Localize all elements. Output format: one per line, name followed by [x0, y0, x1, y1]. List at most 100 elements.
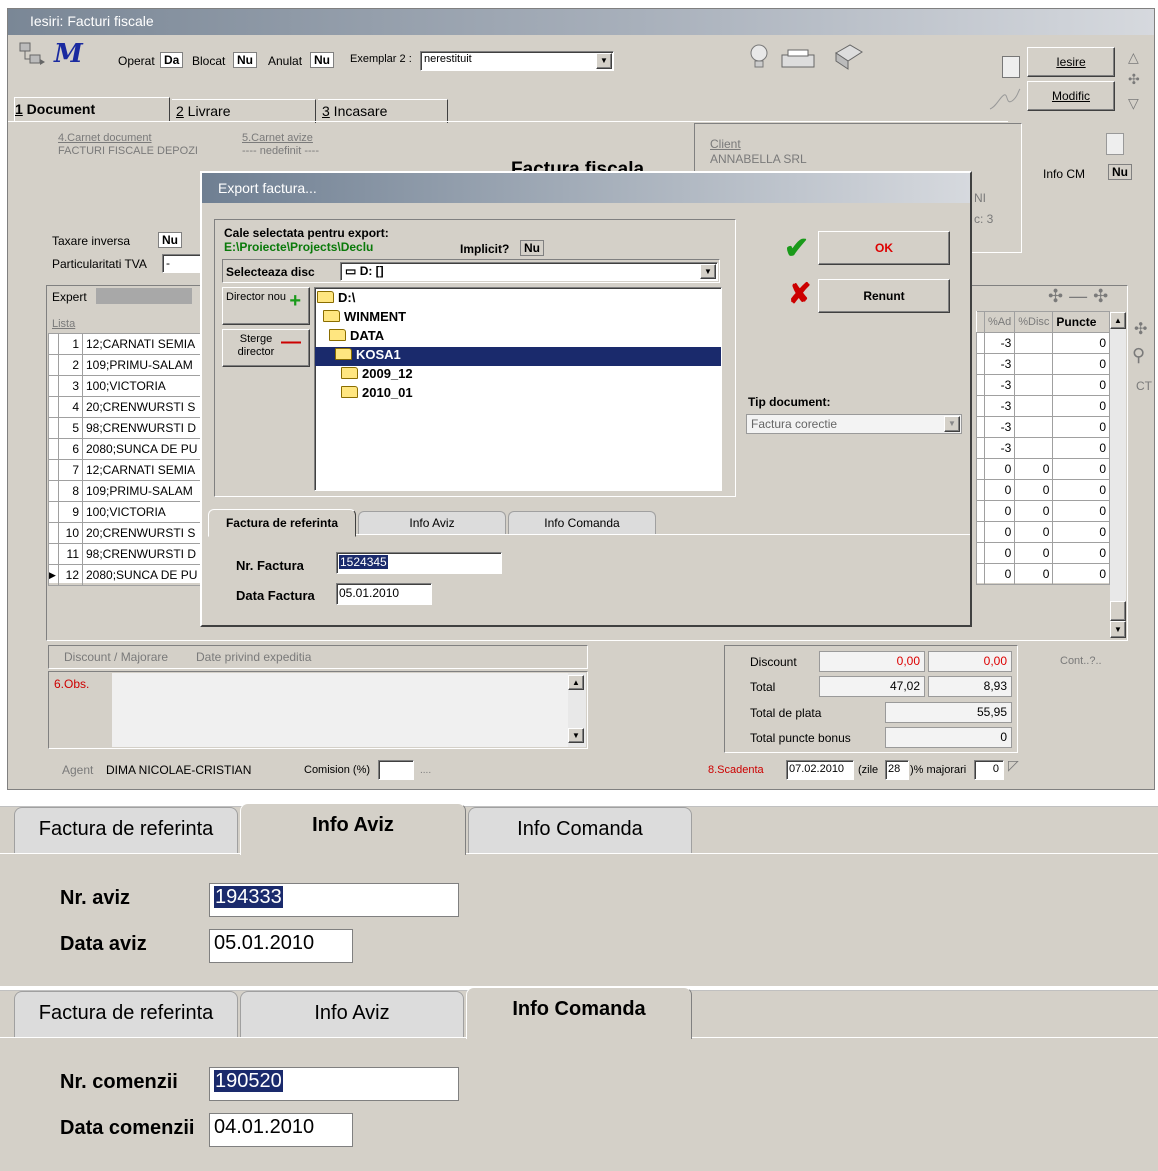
info-cm-value[interactable]: Nu [1108, 164, 1132, 180]
tip-document-select[interactable]: Factura corectie ▼ [746, 414, 962, 434]
scadenta-field[interactable]: 07.02.2010 [786, 760, 854, 780]
nr-comenzii-field[interactable]: 190520 [209, 1067, 459, 1101]
obs-scrollbar[interactable]: ▲ ▼ [568, 673, 586, 747]
table-row[interactable]: -3 0 [976, 353, 1110, 375]
table-row[interactable]: 9 100;VICTORIA [48, 501, 202, 523]
comision-field[interactable] [378, 760, 414, 780]
row-disc[interactable]: 0 [1014, 500, 1054, 522]
row-puncte[interactable]: 0 [1052, 395, 1110, 417]
grid-add-remove-icon[interactable]: ✣—✣ [1048, 286, 1114, 307]
carnet-document-label[interactable]: 4.Carnet document [58, 132, 152, 144]
operat-value[interactable]: Da [160, 52, 184, 68]
row-ad[interactable]: 0 [983, 500, 1016, 522]
expert-label[interactable]: Expert [52, 290, 87, 304]
row-disc[interactable]: 0 [1014, 479, 1054, 501]
discount-value-a[interactable]: 0,00 [819, 651, 925, 672]
ct-label[interactable]: CT [1136, 379, 1152, 393]
obs-scroll-up-icon[interactable]: ▲ [568, 675, 584, 690]
tab-document[interactable]: 1 Document [14, 97, 170, 121]
row-ad[interactable]: 0 [983, 542, 1016, 564]
dialog-tab-info-comanda[interactable]: Info Comanda [508, 511, 656, 535]
comanda-panel-tab-factura-ref[interactable]: Factura de referinta [14, 991, 238, 1037]
arrow-down-icon[interactable]: ▽ [1128, 95, 1139, 112]
ok-button[interactable]: OK [818, 231, 950, 265]
scroll-down-icon[interactable]: ▼ [1110, 621, 1126, 638]
row-ad[interactable]: -3 [983, 374, 1016, 396]
director-nou-button[interactable]: Director nou + [222, 287, 310, 325]
row-puncte[interactable]: 0 [1052, 353, 1110, 375]
table-row[interactable]: 6 2080;SUNCA DE PU [48, 438, 202, 460]
grid-col-ad[interactable]: %Ad [983, 311, 1016, 333]
tree-item-data[interactable]: DATA [315, 328, 721, 347]
lista-label[interactable]: Lista [52, 318, 75, 330]
anulat-value[interactable]: Nu [310, 52, 334, 68]
discount-majorare-tab[interactable]: Discount / Majorare [64, 650, 168, 664]
table-row[interactable]: 8 109;PRIMU-SALAM [48, 480, 202, 502]
row-disc[interactable] [1014, 416, 1054, 438]
product-name[interactable]: 109;PRIMU-SALAM [82, 354, 202, 376]
export-icon[interactable] [832, 39, 866, 71]
row-disc[interactable]: 0 [1014, 542, 1054, 564]
tree-icon[interactable] [16, 39, 48, 69]
printer-icon[interactable] [780, 47, 816, 71]
row-disc[interactable] [1014, 332, 1054, 354]
product-name[interactable]: 12;CARNATI SEMIA [82, 333, 202, 355]
directory-tree[interactable]: D:\ WINMENT DATA KOSA1 2009_12 2010_01 [314, 287, 722, 491]
table-row[interactable]: 000 [976, 458, 1110, 480]
row-disc[interactable]: 0 [1014, 458, 1054, 480]
row-puncte[interactable]: 0 [1052, 458, 1110, 480]
data-factura-field[interactable]: 05.01.2010 [336, 583, 432, 605]
tree-item-winment[interactable]: WINMENT [315, 309, 721, 328]
row-ad[interactable]: -3 [983, 395, 1016, 417]
obs-textarea[interactable] [112, 673, 568, 747]
product-name[interactable]: 2080;SUNCA DE PU [82, 438, 202, 460]
date-expeditie-tab[interactable]: Date privind expeditia [196, 650, 311, 664]
table-row[interactable]: 5 98;CRENWURSTI D [48, 417, 202, 439]
table-row[interactable]: 3 100;VICTORIA [48, 375, 202, 397]
row-ad[interactable]: -3 [983, 353, 1016, 375]
obs-scroll-down-icon[interactable]: ▼ [568, 728, 584, 743]
total-plata-value[interactable]: 55,95 [885, 702, 1012, 723]
comanda-panel-tab-info-aviz[interactable]: Info Aviz [240, 991, 464, 1037]
table-row[interactable]: 1 12;CARNATI SEMIA [48, 333, 202, 355]
tree-item-2009-12[interactable]: 2009_12 [315, 366, 721, 385]
tip-chevron-down-icon[interactable]: ▼ [944, 416, 960, 432]
data-comenzii-field[interactable]: 04.01.2010 [209, 1113, 353, 1147]
m-logo-icon[interactable]: M [54, 39, 94, 69]
row-disc[interactable] [1014, 353, 1054, 375]
info-doc-icon[interactable] [1106, 133, 1124, 155]
iesire-button[interactable]: Iesire [1027, 47, 1115, 77]
product-name[interactable]: 100;VICTORIA [82, 501, 202, 523]
taxare-inversa-value[interactable]: Nu [158, 232, 182, 248]
scroll-thumb[interactable] [1110, 601, 1126, 621]
chevron-down-icon[interactable]: ▼ [596, 53, 612, 69]
row-puncte[interactable]: 0 [1052, 416, 1110, 438]
search-icon[interactable]: ⚲ [1132, 345, 1145, 366]
product-name[interactable]: 20;CRENWURSTI S [82, 522, 202, 544]
lightbulb-icon[interactable] [748, 43, 770, 71]
aviz-panel-tab-info-aviz[interactable]: Info Aviz [240, 803, 466, 855]
total-puncte-value[interactable]: 0 [885, 727, 1012, 748]
comanda-panel-tab-info-comanda[interactable]: Info Comanda [466, 987, 692, 1039]
table-row[interactable]: -3 0 [976, 332, 1110, 354]
row-ad[interactable]: 0 [983, 458, 1016, 480]
row-disc[interactable]: 0 [1014, 563, 1054, 585]
row-ad[interactable]: 0 [983, 563, 1016, 585]
comision-dots[interactable]: .... [420, 765, 431, 776]
row-disc[interactable]: 0 [1014, 521, 1054, 543]
row-puncte[interactable]: 0 [1052, 374, 1110, 396]
product-name[interactable]: 98;CRENWURSTI D [82, 417, 202, 439]
tree-item-2010-01[interactable]: 2010_01 [315, 385, 721, 404]
discount-value-b[interactable]: 0,00 [928, 651, 1012, 672]
table-row[interactable]: 000 [976, 563, 1110, 585]
table-row[interactable]: 11 98;CRENWURSTI D [48, 543, 202, 565]
implicit-value[interactable]: Nu [520, 240, 544, 256]
sterge-director-button[interactable]: Sterge director — [222, 329, 310, 367]
table-row[interactable]: 000 [976, 479, 1110, 501]
row-disc[interactable] [1014, 437, 1054, 459]
side-plus-icon[interactable]: ✣ [1134, 319, 1147, 339]
product-name[interactable]: 12;CARNATI SEMIA [82, 459, 202, 481]
tree-item-drive[interactable]: D:\ [315, 290, 721, 309]
plus-icon[interactable]: ✣ [1128, 71, 1140, 88]
table-row[interactable]: 000 [976, 500, 1110, 522]
